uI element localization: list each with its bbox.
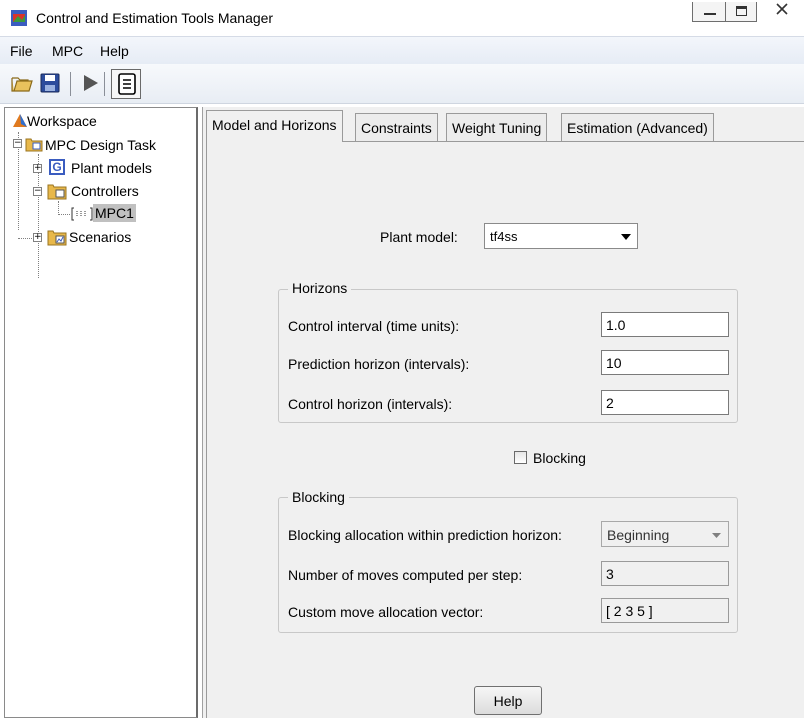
toolbar-separator bbox=[104, 72, 105, 96]
move-allocation-vector-label: Custom move allocation vector: bbox=[288, 604, 484, 620]
document-icon bbox=[118, 73, 136, 95]
plant-models-icon: G bbox=[49, 159, 65, 175]
tab-weight-tuning[interactable]: Weight Tuning bbox=[446, 113, 548, 141]
tree-item-scenarios[interactable]: Scenarios bbox=[69, 229, 131, 245]
control-horizon-label: Control horizon (intervals): bbox=[288, 396, 453, 412]
task-folder-icon bbox=[25, 138, 43, 152]
controllers-folder-icon bbox=[47, 184, 67, 200]
maximize-icon bbox=[736, 6, 747, 16]
blocking-checkbox-label: Blocking bbox=[533, 450, 586, 466]
window-title: Control and Estimation Tools Manager bbox=[36, 10, 274, 26]
control-interval-input[interactable]: 1.0 bbox=[601, 312, 729, 337]
collapse-icon[interactable]: − bbox=[33, 187, 42, 196]
blocking-allocation-dropdown[interactable]: Beginning bbox=[601, 521, 729, 547]
plant-model-dropdown[interactable]: tf4ss bbox=[484, 223, 638, 249]
horizons-title: Horizons bbox=[288, 280, 352, 296]
control-horizon-input[interactable]: 2 bbox=[601, 390, 729, 415]
chevron-down-icon bbox=[712, 533, 721, 538]
tree-item-workspace[interactable]: Workspace bbox=[27, 113, 97, 129]
expand-icon[interactable]: + bbox=[33, 233, 42, 242]
document-button[interactable] bbox=[111, 69, 141, 99]
close-icon bbox=[776, 3, 788, 15]
open-folder-icon[interactable] bbox=[10, 71, 34, 95]
tree-line bbox=[58, 214, 70, 215]
tree-item-mpc1[interactable]: MPC1 bbox=[93, 204, 136, 222]
toolbar bbox=[0, 64, 804, 104]
menu-help[interactable]: Help bbox=[100, 43, 129, 59]
toolbar-separator bbox=[70, 72, 71, 96]
menu-bar: File MPC Help bbox=[0, 36, 804, 64]
move-allocation-vector-input[interactable]: [ 2 3 5 ] bbox=[601, 598, 729, 623]
tree-item-mpc-design-task[interactable]: MPC Design Task bbox=[45, 137, 156, 153]
chevron-down-icon bbox=[621, 234, 631, 240]
plant-model-value: tf4ss bbox=[490, 229, 518, 244]
controller-icon bbox=[71, 207, 93, 221]
tab-estimation-advanced[interactable]: Estimation (Advanced) bbox=[561, 113, 714, 141]
moves-per-step-label: Number of moves computed per step: bbox=[288, 567, 523, 583]
scenarios-folder-icon bbox=[47, 230, 67, 246]
tree-item-controllers[interactable]: Controllers bbox=[71, 183, 139, 199]
title-bar: Control and Estimation Tools Manager bbox=[0, 0, 804, 36]
menu-file[interactable]: File bbox=[10, 43, 33, 59]
menu-mpc[interactable]: MPC bbox=[52, 43, 83, 59]
moves-per-step-input[interactable]: 3 bbox=[601, 561, 729, 586]
plant-model-label: Plant model: bbox=[380, 229, 458, 245]
help-button[interactable]: Help bbox=[474, 686, 542, 715]
tab-model-and-horizons[interactable]: Model and Horizons bbox=[206, 110, 343, 142]
app-icon bbox=[11, 10, 27, 26]
blocking-checkbox[interactable] bbox=[514, 451, 527, 464]
blocking-allocation-label: Blocking allocation within prediction ho… bbox=[288, 527, 562, 543]
save-icon[interactable] bbox=[38, 71, 62, 95]
blocking-allocation-value: Beginning bbox=[607, 527, 670, 543]
tree-item-plant-models[interactable]: Plant models bbox=[71, 160, 152, 176]
maximize-button[interactable] bbox=[725, 2, 757, 22]
tree-line bbox=[58, 201, 59, 215]
close-button[interactable] bbox=[757, 0, 804, 22]
minimize-button[interactable] bbox=[692, 2, 726, 22]
workspace-tree: Workspace − MPC Design Task + G Plant mo… bbox=[4, 107, 198, 718]
collapse-icon[interactable]: − bbox=[13, 139, 22, 148]
tab-constraints[interactable]: Constraints bbox=[355, 113, 438, 141]
blocking-title: Blocking bbox=[288, 489, 349, 505]
expand-icon[interactable]: + bbox=[33, 164, 42, 173]
tree-line bbox=[18, 238, 32, 239]
prediction-horizon-input[interactable]: 10 bbox=[601, 350, 729, 375]
play-icon[interactable] bbox=[78, 71, 102, 95]
minimize-icon bbox=[704, 13, 716, 15]
prediction-horizon-label: Prediction horizon (intervals): bbox=[288, 356, 470, 372]
control-interval-label: Control interval (time units): bbox=[288, 318, 460, 334]
